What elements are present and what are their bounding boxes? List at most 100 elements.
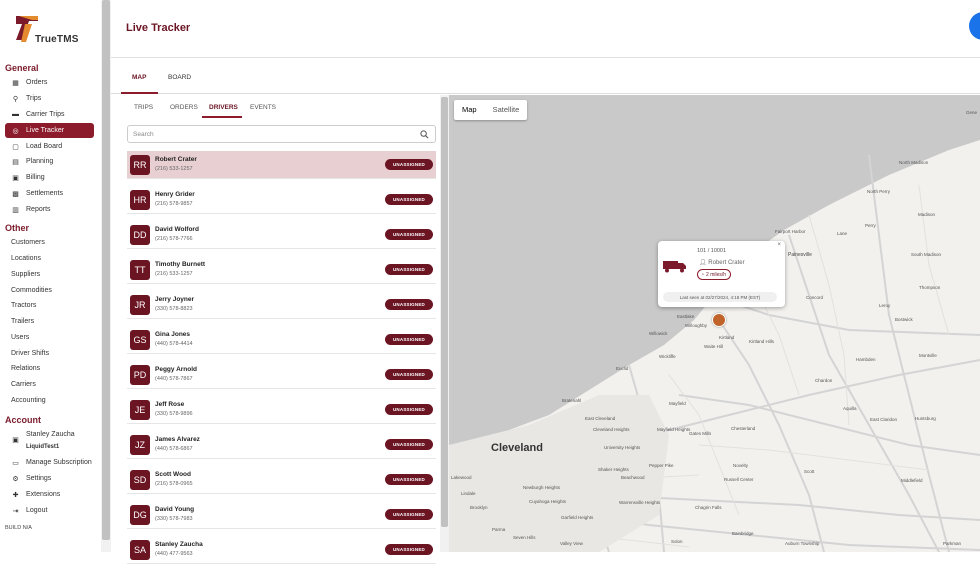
route-icon: ⚲ bbox=[12, 95, 19, 103]
driver-row[interactable]: SA Stanley Zaucha (440) 477-9563 UNASSIGNED bbox=[127, 536, 436, 564]
nav-orders[interactable]: ▦ Orders bbox=[5, 75, 94, 90]
status-badge[interactable]: UNASSIGNED bbox=[385, 509, 433, 520]
subtab-events[interactable]: EVENTS bbox=[250, 104, 276, 111]
search-box bbox=[127, 125, 436, 143]
tab-map[interactable]: MAP bbox=[132, 74, 146, 81]
vehicle-marker-icon[interactable] bbox=[712, 313, 726, 327]
driver-phone: (440) 578-6867 bbox=[155, 446, 193, 452]
build-version: BUILD N/A bbox=[5, 525, 32, 531]
nav-tractors[interactable]: Tractors bbox=[5, 298, 94, 313]
map-label: Brooklyn bbox=[470, 505, 488, 510]
account-user[interactable]: ▣ Stanley Zaucha LiquidTest1 bbox=[5, 429, 94, 451]
driver-row[interactable]: DD David Wolford (216) 578-7766 UNASSIGNED bbox=[127, 221, 436, 249]
nav-carrier-trips[interactable]: ▬ Carrier Trips bbox=[5, 107, 94, 122]
status-badge[interactable]: UNASSIGNED bbox=[385, 229, 433, 240]
calendar-icon: ▤ bbox=[12, 158, 19, 166]
nav-relations[interactable]: Relations bbox=[5, 361, 94, 376]
nav-customers[interactable]: Customers bbox=[5, 235, 94, 250]
map-label: Aquilla bbox=[843, 406, 857, 411]
nav-planning[interactable]: ▤ Planning bbox=[5, 154, 94, 169]
nav-suppliers[interactable]: Suppliers bbox=[5, 267, 94, 282]
nav-users[interactable]: Users bbox=[5, 330, 94, 345]
status-badge[interactable]: UNASSIGNED bbox=[385, 404, 433, 415]
driver-phone: (330) 578-7983 bbox=[155, 516, 193, 522]
truetms-logo[interactable]: TrueTMS bbox=[16, 16, 96, 48]
map-label: Madison bbox=[918, 212, 936, 217]
status-badge[interactable]: UNASSIGNED bbox=[385, 439, 433, 450]
status-badge[interactable]: UNASSIGNED bbox=[385, 194, 433, 205]
status-badge[interactable]: UNASSIGNED bbox=[385, 369, 433, 380]
map-type-satellite[interactable]: Satellite bbox=[485, 100, 528, 120]
driver-row[interactable]: DG David Young (330) 578-7983 UNASSIGNED bbox=[127, 501, 436, 529]
nav-carriers[interactable]: Carriers bbox=[5, 377, 94, 392]
vehicle-unit: 101 / 10001 bbox=[697, 248, 727, 254]
map-type-map[interactable]: Map bbox=[454, 100, 485, 120]
map-label: Bostwick bbox=[895, 317, 913, 322]
map-label: Solon bbox=[671, 539, 683, 544]
sidebar-scrollbar[interactable] bbox=[101, 0, 111, 552]
nav-trailers[interactable]: Trailers bbox=[5, 314, 94, 329]
nav-settings[interactable]: ⚙ Settings bbox=[5, 471, 94, 486]
map-label: Mayfield bbox=[669, 401, 686, 406]
driver-name: David Young bbox=[155, 506, 195, 513]
driver-row[interactable]: JE Jeff Rose (330) 578-9896 UNASSIGNED bbox=[127, 396, 436, 424]
nav-billing[interactable]: ▣ Billing bbox=[5, 170, 94, 185]
page-header: Live Tracker bbox=[111, 0, 980, 58]
driver-row[interactable]: GS Gina Jones (440) 578-4414 UNASSIGNED bbox=[127, 326, 436, 354]
driver-list-scrollbar-thumb[interactable] bbox=[441, 97, 448, 527]
driver-row[interactable]: JZ James Alvarez (440) 578-6867 UNASSIGNED bbox=[127, 431, 436, 459]
driver-name: Scott Wood bbox=[155, 471, 191, 478]
status-badge[interactable]: UNASSIGNED bbox=[385, 299, 433, 310]
nav-settlements[interactable]: ▩ Settlements bbox=[5, 186, 94, 201]
subtab-trips[interactable]: TRIPS bbox=[134, 104, 153, 111]
nav-logout[interactable]: ⇥ Logout bbox=[5, 503, 94, 518]
status-badge[interactable]: UNASSIGNED bbox=[385, 544, 433, 555]
driver-row[interactable]: HR Henry Grider (216) 578-9857 UNASSIGNED bbox=[127, 186, 436, 214]
map-label: Garfield Heights bbox=[561, 515, 594, 520]
driver-row[interactable]: TT Timothy Burnett (216) 533-1257 UNASSIGNE… bbox=[127, 256, 436, 284]
sidebar-scrollbar-thumb[interactable] bbox=[102, 0, 110, 540]
map-view[interactable]: Map Satellite Gene North Madison North P… bbox=[449, 95, 980, 552]
logo-text: TrueTMS bbox=[35, 34, 79, 45]
driver-avatar: PD bbox=[130, 365, 150, 385]
tab-board[interactable]: BOARD bbox=[168, 74, 191, 81]
driver-phone: (216) 533-1257 bbox=[155, 271, 193, 277]
vehicle-info-popup[interactable]: × 101 / 10001 👤︎ Robert Crater ◔ 2 miles… bbox=[658, 241, 785, 307]
driver-row[interactable]: JR Jerry Joyner (330) 578-8823 UNASSIGNED bbox=[127, 291, 436, 319]
nav-commodities[interactable]: Commodities bbox=[5, 283, 94, 298]
user-avatar-button[interactable] bbox=[969, 12, 980, 40]
search-input[interactable] bbox=[133, 129, 413, 140]
nav-extensions[interactable]: ✚ Extensions bbox=[5, 487, 94, 502]
gear-icon: ⚙ bbox=[12, 475, 19, 483]
status-badge[interactable]: UNASSIGNED bbox=[385, 334, 433, 345]
nav-driver-shifts[interactable]: Driver Shifts bbox=[5, 346, 94, 361]
status-badge[interactable]: UNASSIGNED bbox=[385, 264, 433, 275]
driver-phone: (440) 578-4414 bbox=[155, 341, 193, 347]
driver-row[interactable]: RR Robert Crater (216) 533-1257 UNASSIGNED bbox=[127, 151, 436, 179]
subtab-orders[interactable]: ORDERS bbox=[170, 104, 198, 111]
map-label: Chardon bbox=[815, 378, 833, 383]
nav-locations[interactable]: Locations bbox=[5, 251, 94, 266]
nav-accounting[interactable]: Accounting bbox=[5, 393, 94, 408]
nav-live-tracker[interactable]: ◎ Live Tracker bbox=[5, 123, 94, 138]
driver-phone: (330) 578-9896 bbox=[155, 411, 193, 417]
main-tabs: MAP BOARD bbox=[111, 58, 980, 94]
close-icon[interactable]: × bbox=[777, 242, 781, 248]
search-icon[interactable] bbox=[420, 130, 429, 139]
driver-row[interactable]: PD Peggy Arnold (440) 578-7867 UNASSIGNED bbox=[127, 361, 436, 389]
nav-reports[interactable]: ▥ Reports bbox=[5, 202, 94, 217]
map-label: Kirtland bbox=[719, 335, 735, 340]
driver-row[interactable]: SD Scott Wood (216) 578-0965 UNASSIGNED bbox=[127, 466, 436, 494]
map-label: Parkman bbox=[943, 541, 962, 546]
subtab-drivers[interactable]: DRIVERS bbox=[209, 104, 238, 111]
driver-name: Gina Jones bbox=[155, 331, 191, 338]
driver-phone: (216) 578-0965 bbox=[155, 481, 193, 487]
nav-load-board[interactable]: ▢ Load Board bbox=[5, 139, 94, 154]
nav-trips[interactable]: ⚲ Trips bbox=[5, 91, 94, 106]
nav-manage-subscription[interactable]: ▭ Manage Subscription bbox=[5, 455, 94, 470]
driver-list-scrollbar[interactable] bbox=[440, 95, 449, 552]
status-badge[interactable]: UNASSIGNED bbox=[385, 159, 433, 170]
driver-name: Jerry Joyner bbox=[155, 296, 195, 303]
driver-phone: (216) 533-1257 bbox=[155, 166, 193, 172]
status-badge[interactable]: UNASSIGNED bbox=[385, 474, 433, 485]
